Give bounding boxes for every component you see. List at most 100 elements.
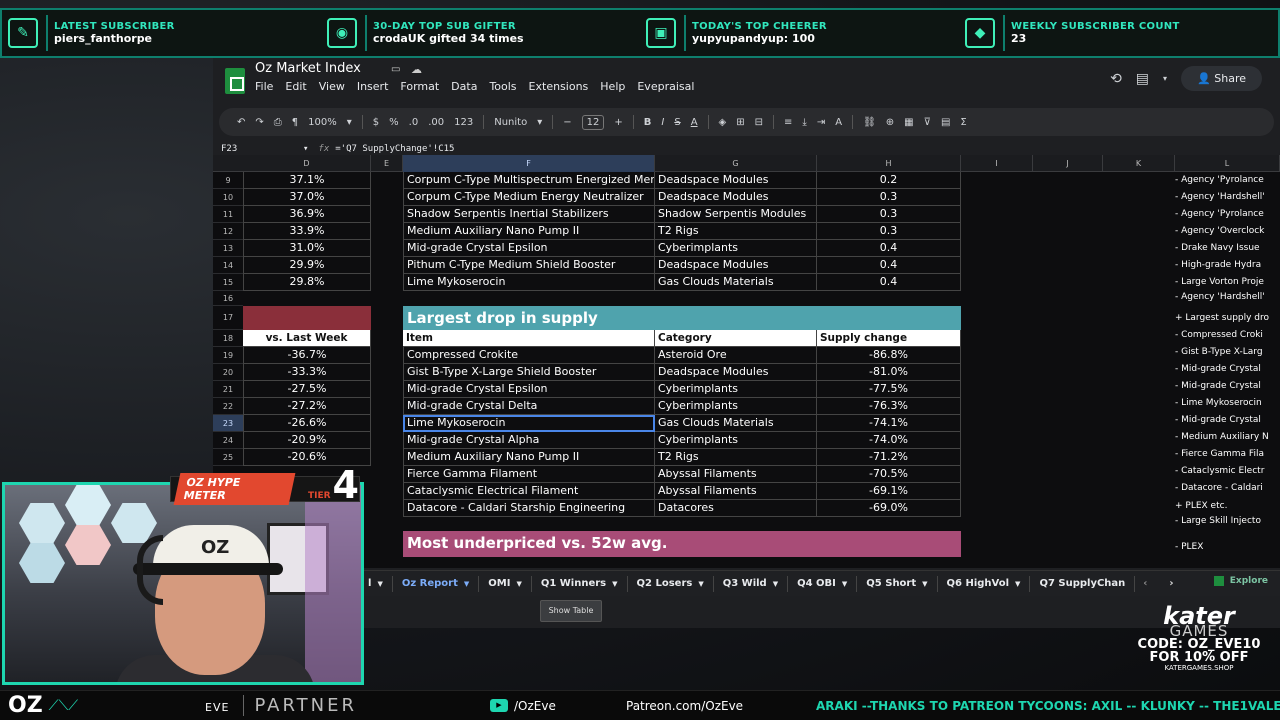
category-cell[interactable]: Cyberimplants	[655, 240, 817, 257]
category-cell[interactable]: Deadspace Modules	[655, 257, 817, 274]
drop-change-cell[interactable]: -76.3%	[817, 398, 961, 415]
drop-category-cell[interactable]: Cyberimplants	[655, 398, 817, 415]
row-header-22[interactable]: 22	[213, 398, 243, 415]
row-header-9[interactable]: 9	[213, 172, 243, 189]
link-icon[interactable]: ⛓	[863, 117, 876, 128]
column-header-i[interactable]: I	[961, 155, 1033, 172]
item-cell[interactable]: Corpum C-Type Multispectrum Energized Me…	[403, 172, 655, 189]
show-table-button[interactable]: Show Table	[540, 600, 602, 622]
italic-icon[interactable]: I	[661, 117, 664, 128]
drop-item-cell[interactable]: Gist B-Type X-Large Shield Booster	[403, 364, 655, 381]
value-cell[interactable]: 0.4	[817, 257, 961, 274]
row-header-15[interactable]: 15	[213, 274, 243, 291]
column-l-note[interactable]: - Mid-grade Crystal	[1175, 381, 1280, 391]
value-cell[interactable]: 0.4	[817, 240, 961, 257]
tab-menu-icon[interactable]: ▼	[464, 580, 469, 588]
cloud-status-icon[interactable]: ☁	[411, 63, 422, 76]
vertical-align-icon[interactable]: ⤓	[802, 117, 806, 128]
column-l-note[interactable]: - Gist B-Type X-Larg	[1175, 347, 1280, 357]
bold-icon[interactable]: B	[644, 117, 652, 128]
column-header-h[interactable]: H	[817, 155, 961, 172]
category-cell[interactable]: Deadspace Modules	[655, 172, 817, 189]
column-l-note[interactable]: - Agency 'Hardshell'	[1175, 192, 1280, 202]
drop-change-cell[interactable]: -81.0%	[817, 364, 961, 381]
font-chevron-icon[interactable]: ▾	[537, 117, 542, 128]
drop-item-cell[interactable]: Compressed Crokite	[403, 347, 655, 364]
youtube-link[interactable]: ▶ /OzEve	[490, 699, 556, 713]
paint-format-icon[interactable]: ¶	[292, 117, 298, 128]
drop-item-cell[interactable]: Cataclysmic Electrical Filament	[403, 483, 655, 500]
column-header-d[interactable]: D	[243, 155, 371, 172]
column-l-note[interactable]: - Large Vorton Proje	[1175, 277, 1280, 287]
document-title[interactable]: Oz Market Index	[255, 61, 361, 76]
drop-change-cell[interactable]: -77.5%	[817, 381, 961, 398]
tab-scroll-left-icon[interactable]: ‹	[1143, 578, 1147, 589]
row-header-23[interactable]: 23	[213, 415, 243, 432]
column-l-note[interactable]: - Medium Auxiliary N	[1175, 432, 1280, 442]
column-l-note[interactable]: - Cataclysmic Electr	[1175, 466, 1280, 476]
category-cell[interactable]: Gas Clouds Materials	[655, 274, 817, 291]
column-l-note[interactable]: - Fierce Gamma Fila	[1175, 449, 1280, 459]
vs-last-week-cell[interactable]: -26.6%	[243, 415, 371, 432]
sheet-grid[interactable]: DEFGHIJKL 9 10 11 12 13 14 15 16 17 18 19 20 21 22 23 2…	[213, 155, 1280, 568]
item-header[interactable]: Item	[403, 330, 655, 347]
drop-category-cell[interactable]: Datacores	[655, 500, 817, 517]
font-select[interactable]: Nunito	[494, 117, 527, 128]
tab-menu-icon[interactable]: ▼	[922, 580, 927, 588]
row-header-11[interactable]: 11	[213, 206, 243, 223]
column-l-note[interactable]: - Agency 'Hardshell'	[1175, 292, 1280, 302]
sheet-tab[interactable]: Q4 OBI ▼	[788, 575, 858, 592]
drop-item-cell[interactable]: Mid-grade Crystal Alpha	[403, 432, 655, 449]
column-l-note[interactable]: - Agency 'Pyrolance	[1175, 175, 1280, 185]
tab-menu-icon[interactable]: ▼	[773, 580, 778, 588]
horizontal-align-icon[interactable]: ≡	[784, 117, 792, 128]
tab-menu-icon[interactable]: ▼	[698, 580, 703, 588]
row-header-18[interactable]: 18	[213, 330, 243, 347]
decrease-decimal-button[interactable]: .0	[409, 117, 419, 128]
formula-input[interactable]: ='Q7 SupplyChange'!C15	[335, 144, 454, 154]
growth-value-cell[interactable]: 31.0%	[243, 240, 371, 257]
category-cell[interactable]: T2 Rigs	[655, 223, 817, 240]
drop-change-cell[interactable]: -69.1%	[817, 483, 961, 500]
column-header-l[interactable]: L	[1175, 155, 1280, 172]
increase-decimal-button[interactable]: .00	[428, 117, 444, 128]
font-size-input[interactable]: 12	[581, 114, 605, 130]
row-header-16[interactable]: 16	[213, 291, 243, 306]
menu-data[interactable]: Data	[451, 80, 477, 93]
menu-evepraisal[interactable]: Evepraisal	[637, 80, 694, 93]
chart-icon[interactable]: ▦	[904, 117, 913, 128]
strikethrough-icon[interactable]: S	[674, 117, 680, 128]
column-header-g[interactable]: G	[655, 155, 817, 172]
growth-value-cell[interactable]: 36.9%	[243, 206, 371, 223]
tab-menu-icon[interactable]: ▼	[377, 580, 382, 588]
merge-cells-icon[interactable]: ⊟	[755, 117, 763, 128]
drop-category-cell[interactable]: Asteroid Ore	[655, 347, 817, 364]
item-cell[interactable]: Mid-grade Crystal Epsilon	[403, 240, 655, 257]
drop-change-cell[interactable]: -70.5%	[817, 466, 961, 483]
row-header-21[interactable]: 21	[213, 381, 243, 398]
column-l-note[interactable]: - Lime Mykoserocin	[1175, 398, 1280, 408]
item-cell[interactable]: Lime Mykoserocin	[403, 274, 655, 291]
column-header-e[interactable]: E	[371, 155, 403, 172]
decrease-font-icon[interactable]: −	[563, 117, 571, 128]
item-cell[interactable]: Corpum C-Type Medium Energy Neutralizer	[403, 189, 655, 206]
explore-button[interactable]: Explore	[1213, 576, 1268, 586]
sheet-tab[interactable]: Q2 Losers ▼	[628, 575, 714, 592]
column-l-note[interactable]: - Mid-grade Crystal	[1175, 364, 1280, 374]
undo-icon[interactable]: ↶	[237, 117, 245, 128]
filter-views-icon[interactable]: ▤	[941, 117, 950, 128]
currency-format-button[interactable]: $	[373, 117, 379, 128]
sheet-tab[interactable]: Q5 Short ▼	[857, 575, 938, 592]
text-color-icon[interactable]: A	[691, 117, 698, 128]
tab-menu-icon[interactable]: ▼	[612, 580, 617, 588]
column-header-k[interactable]: K	[1103, 155, 1175, 172]
row-header-19[interactable]: 19	[213, 347, 243, 364]
row-header-25[interactable]: 25	[213, 449, 243, 466]
row-header-10[interactable]: 10	[213, 189, 243, 206]
zoom-chevron-icon[interactable]: ▾	[347, 117, 352, 128]
sheet-tab[interactable]: Q7 SupplyChan	[1030, 575, 1136, 592]
column-l-note[interactable]: - PLEX	[1175, 542, 1280, 552]
menu-file[interactable]: File	[255, 80, 273, 93]
menu-extensions[interactable]: Extensions	[529, 80, 589, 93]
tab-scroll-right-icon[interactable]: ›	[1169, 578, 1173, 589]
